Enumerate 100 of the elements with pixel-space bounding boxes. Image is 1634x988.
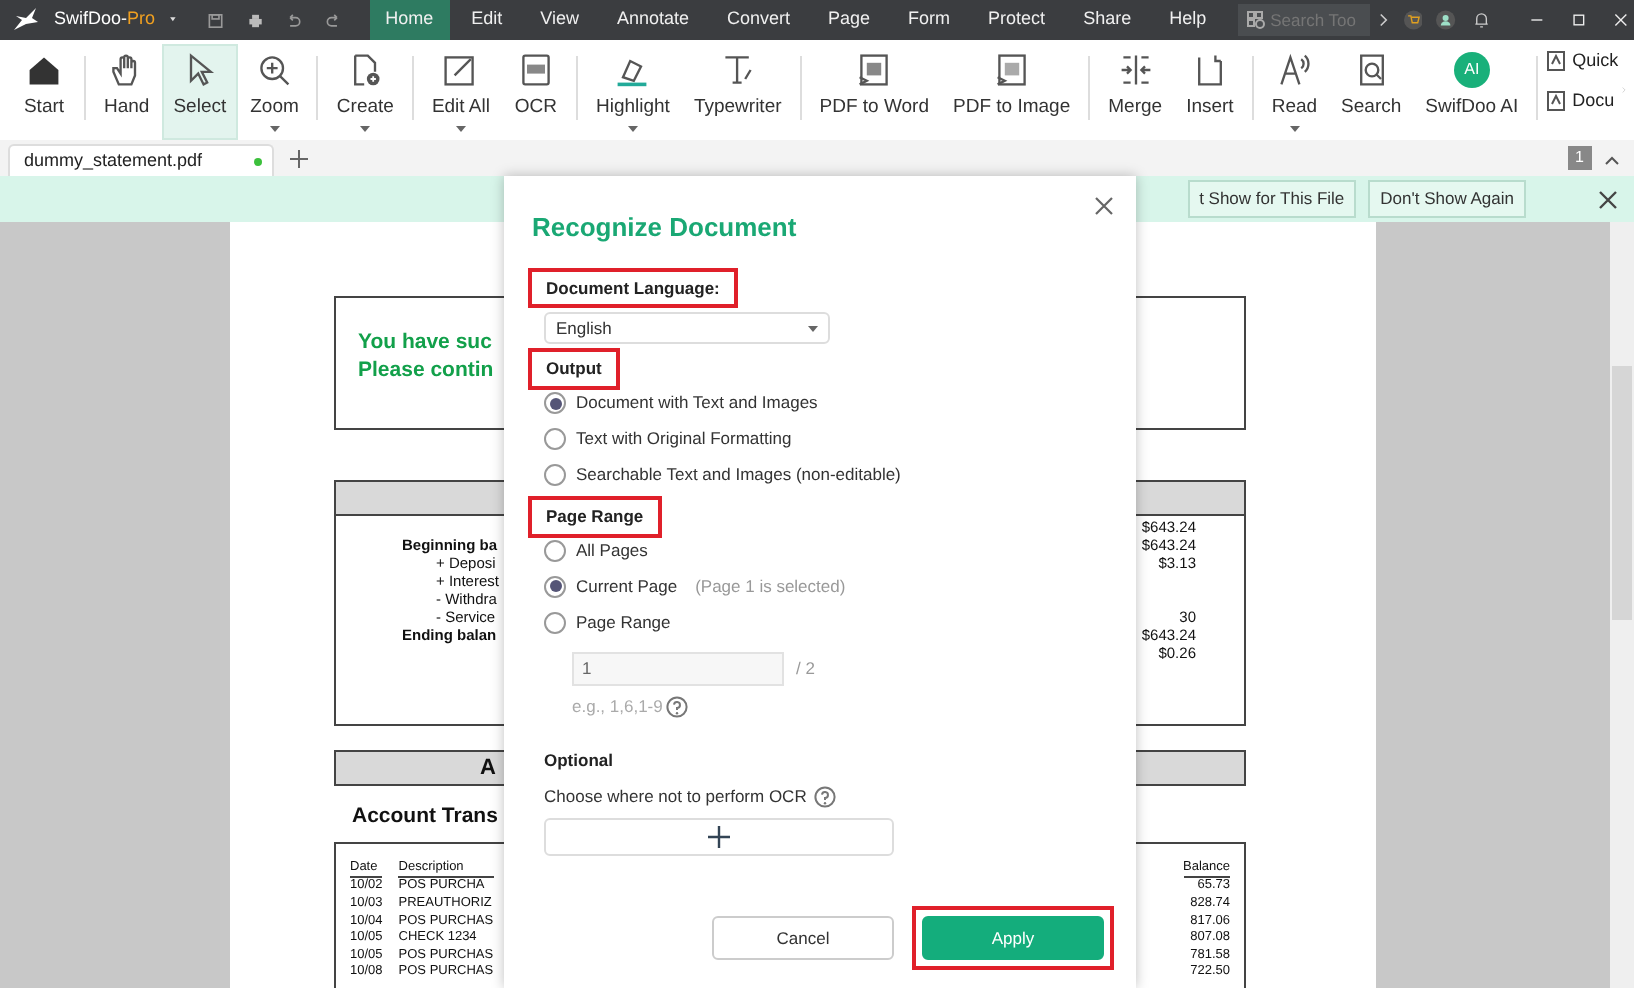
print-icon[interactable] bbox=[247, 9, 263, 31]
add-tab-icon[interactable] bbox=[290, 150, 309, 168]
ribbon-button[interactable]: Create bbox=[324, 44, 406, 140]
notice-text: Please contin bbox=[358, 356, 494, 384]
menu-tab[interactable]: View bbox=[524, 0, 595, 40]
section-label: Page Range bbox=[528, 496, 662, 538]
notice-text: You have suc bbox=[358, 328, 492, 356]
ribbon-link[interactable]: Quick bbox=[1572, 48, 1619, 75]
ribbon-button[interactable]: AI SwifDoo AI bbox=[1413, 44, 1531, 140]
menu-tab[interactable]: Form bbox=[892, 0, 967, 40]
ocr-icon bbox=[517, 52, 554, 88]
edit-square-icon bbox=[442, 52, 479, 88]
ribbon-button[interactable]: Typewriter bbox=[681, 44, 794, 140]
cart-icon[interactable] bbox=[1403, 6, 1423, 34]
section-heading: A bbox=[480, 756, 496, 780]
ribbon-button[interactable]: Select bbox=[161, 44, 239, 140]
option-hint: (Page 1 is selected) bbox=[695, 573, 846, 600]
option-label[interactable]: Document with Text and Images bbox=[576, 390, 818, 416]
page-total: / 2 bbox=[796, 655, 815, 682]
radio-button[interactable] bbox=[544, 539, 566, 562]
text-scan-icon bbox=[1546, 50, 1569, 73]
caret-icon bbox=[1289, 126, 1300, 133]
edition-label: Pro bbox=[127, 6, 156, 33]
caret-icon bbox=[808, 325, 818, 332]
caret-icon bbox=[269, 126, 280, 133]
option-label[interactable]: Text with Original Formatting bbox=[576, 426, 792, 452]
radio-button[interactable] bbox=[544, 575, 566, 598]
maximize-icon[interactable] bbox=[1572, 10, 1587, 30]
close-icon bbox=[1094, 195, 1114, 216]
ribbon-button[interactable]: Hand bbox=[92, 44, 162, 140]
option-label[interactable]: All Pages bbox=[576, 537, 648, 564]
transactions-title: Account Trans bbox=[352, 804, 498, 828]
notification-button[interactable]: t Show for This File bbox=[1187, 180, 1357, 218]
ribbon-button[interactable]: PDF to Image bbox=[941, 44, 1083, 140]
app-name: SwifDoo- bbox=[54, 6, 128, 33]
section-label: Document Language: bbox=[528, 267, 738, 309]
help-icon[interactable] bbox=[666, 695, 689, 718]
search-icon bbox=[1246, 10, 1267, 30]
user-icon[interactable] bbox=[1436, 6, 1456, 34]
menu-tab[interactable]: Home bbox=[369, 0, 450, 40]
menu-tab[interactable]: Convert bbox=[711, 0, 807, 40]
cancel-button[interactable]: Cancel bbox=[712, 916, 894, 960]
ribbon-button[interactable]: OCR bbox=[501, 44, 570, 140]
option-label[interactable]: Current Page bbox=[576, 573, 678, 600]
radio-button[interactable] bbox=[544, 464, 566, 486]
document-icon bbox=[1546, 89, 1569, 112]
zoom-in-icon bbox=[256, 52, 293, 88]
menu-tab[interactable]: Protect bbox=[972, 0, 1062, 40]
undo-icon[interactable] bbox=[286, 9, 303, 31]
ai-badge-icon: AI bbox=[1453, 52, 1490, 88]
page-number: 1 bbox=[1567, 146, 1592, 170]
plus-icon bbox=[708, 826, 730, 848]
ribbon-button[interactable]: Insert bbox=[1174, 44, 1246, 140]
section-label: Optional bbox=[544, 749, 613, 769]
option-description: Choose where not to perform OCR bbox=[544, 784, 807, 810]
radio-button[interactable] bbox=[544, 611, 566, 634]
menu-tab[interactable]: Annotate bbox=[600, 0, 705, 40]
section-label: Output bbox=[528, 348, 620, 390]
bird-logo-icon bbox=[12, 8, 40, 32]
menu-tab[interactable]: Share bbox=[1067, 0, 1148, 40]
help-icon[interactable] bbox=[814, 786, 837, 809]
ribbon-button[interactable]: Edit All bbox=[419, 44, 502, 140]
text-tool-icon bbox=[719, 52, 756, 88]
radio-button[interactable] bbox=[544, 428, 566, 450]
ribbon-button[interactable]: PDF to Word bbox=[807, 44, 942, 140]
ribbon-button[interactable]: Start bbox=[10, 44, 78, 140]
menu-tab[interactable]: Help bbox=[1153, 0, 1223, 40]
house-icon bbox=[26, 52, 62, 88]
image-file-icon bbox=[993, 52, 1030, 88]
option-label[interactable]: Page Range bbox=[576, 609, 671, 636]
ribbon-button[interactable]: Zoom bbox=[238, 44, 311, 140]
caret-icon bbox=[455, 126, 466, 133]
word-file-icon bbox=[856, 52, 893, 88]
caret-icon[interactable] bbox=[165, 14, 179, 26]
caret-icon bbox=[627, 126, 638, 133]
collapse-icon[interactable] bbox=[1604, 154, 1620, 166]
scrollbar-thumb[interactable] bbox=[1612, 366, 1632, 620]
merge-icon bbox=[1117, 52, 1154, 88]
notification-button[interactable]: Don't Show Again bbox=[1368, 180, 1526, 218]
ribbon-link[interactable]: Docu bbox=[1572, 87, 1615, 114]
redo-icon[interactable] bbox=[326, 9, 342, 31]
dialog-title: Recognize Document bbox=[532, 212, 797, 242]
ribbon-button[interactable]: Search bbox=[1329, 44, 1414, 140]
ribbon-button[interactable]: Merge bbox=[1096, 44, 1175, 140]
ribbon-button[interactable]: Read bbox=[1259, 44, 1330, 140]
bell-icon[interactable] bbox=[1473, 8, 1489, 32]
close-button[interactable] bbox=[1094, 192, 1114, 212]
close-icon[interactable] bbox=[1598, 189, 1618, 209]
option-label[interactable]: Searchable Text and Images (non-editable) bbox=[576, 462, 901, 488]
ribbon-button[interactable]: Highlight bbox=[583, 44, 682, 140]
caret-icon bbox=[360, 126, 371, 133]
document-tab[interactable]: dummy_statement.pdf bbox=[8, 144, 275, 176]
save-icon[interactable] bbox=[208, 9, 224, 31]
menu-tab[interactable]: Page bbox=[812, 0, 887, 40]
chevron-right-icon[interactable] bbox=[1378, 10, 1390, 30]
language-dropdown[interactable]: English bbox=[544, 312, 830, 345]
menu-tab[interactable]: Edit bbox=[455, 0, 519, 40]
read-aloud-icon bbox=[1276, 52, 1313, 88]
example-hint: e.g., 1,6,1-9 bbox=[572, 693, 663, 719]
radio-button[interactable] bbox=[544, 392, 566, 414]
